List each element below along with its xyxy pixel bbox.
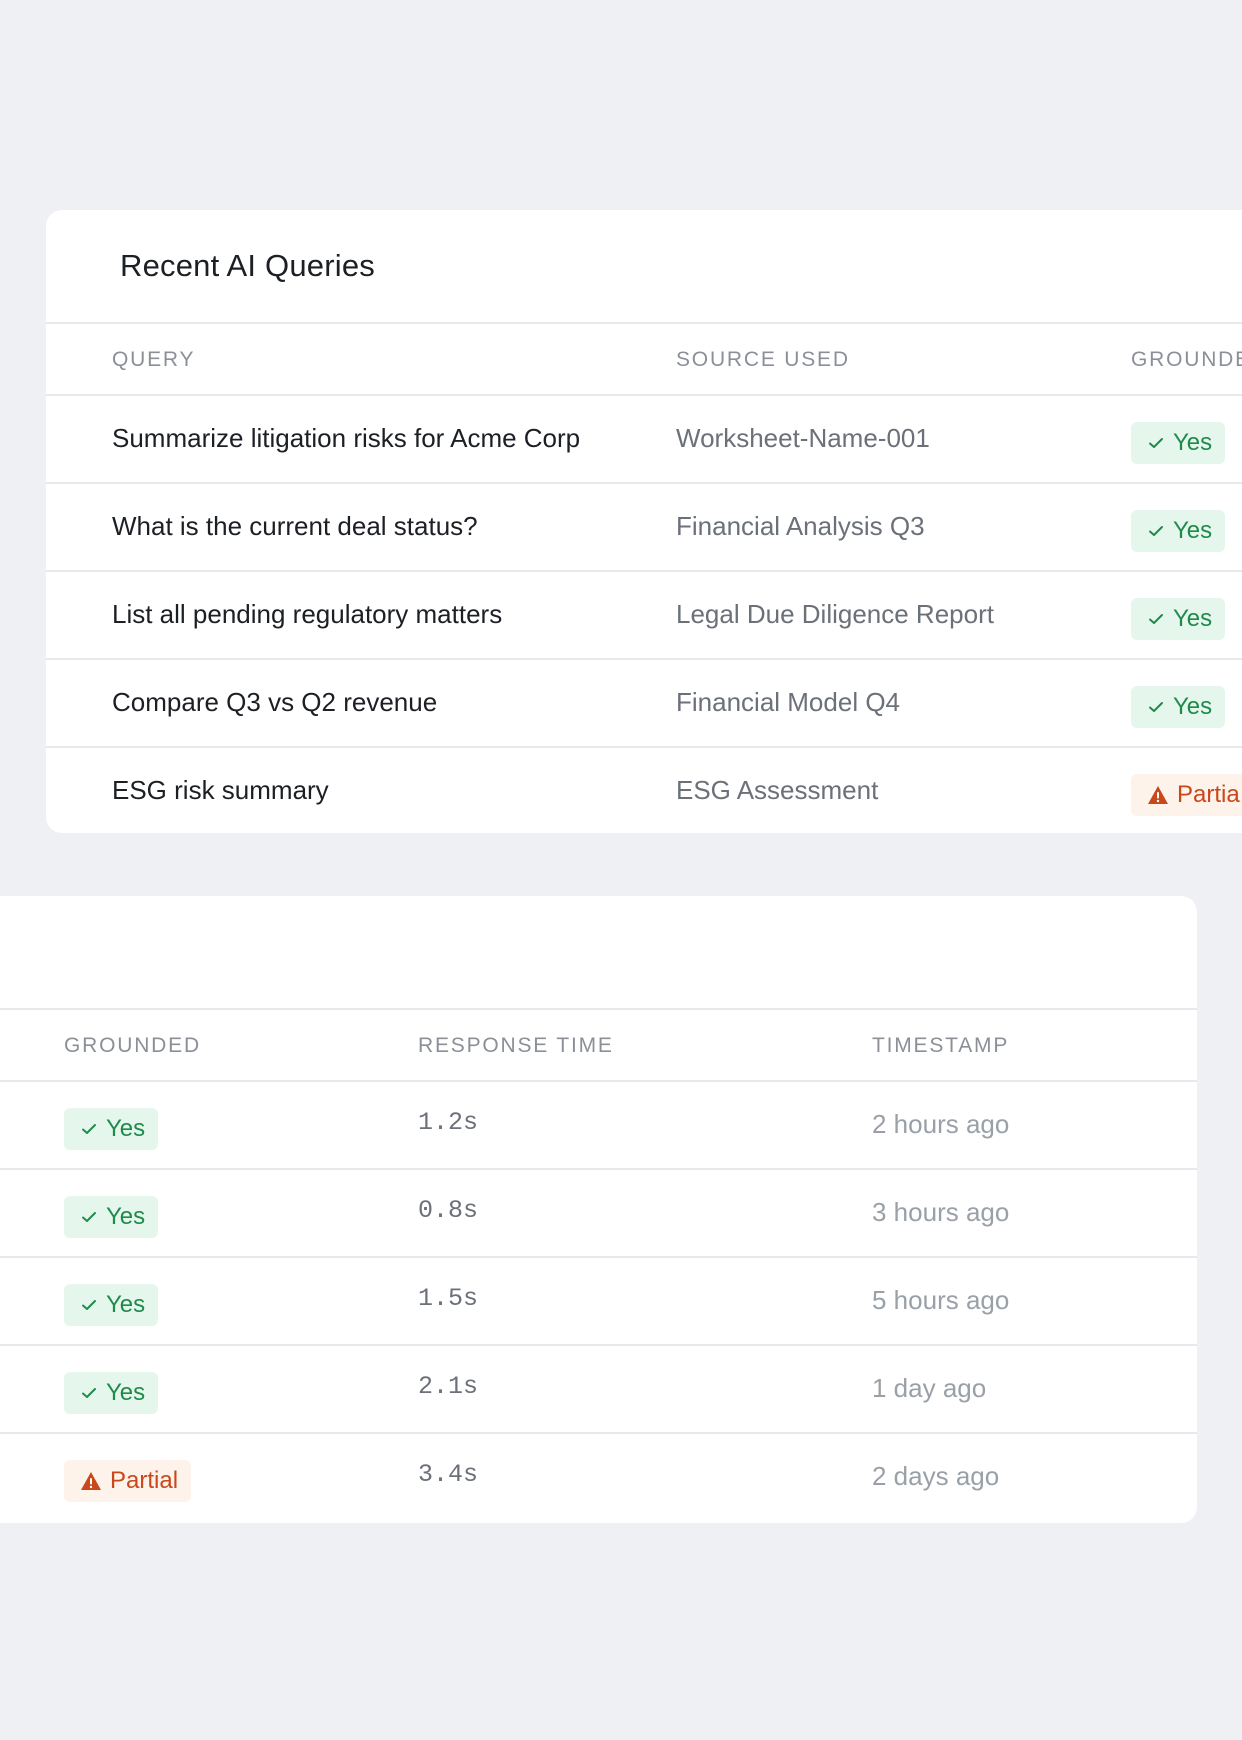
card-title: Recent AI Queries xyxy=(120,248,375,283)
column-header-grounded[interactable]: GROUNDED xyxy=(64,1034,201,1058)
table-header: GROUNDED RESPONSE TIME TIMESTAMP xyxy=(0,1010,1197,1082)
grounded-badge: Yes xyxy=(1131,686,1226,728)
card-header xyxy=(0,896,1197,1010)
card-header: Recent AI Queries xyxy=(46,210,1242,324)
recent-queries-card: Recent AI Queries QUERY SOURCE USED GROU… xyxy=(46,210,1242,833)
column-header-grounded[interactable]: GROUNDE xyxy=(1131,348,1242,372)
grounded-badge: Yes xyxy=(1131,598,1226,640)
query-text: List all pending regulatory matters xyxy=(112,599,503,629)
timestamp: 2 hours ago xyxy=(872,1109,1010,1139)
grounded-badge: Partia xyxy=(1131,774,1242,816)
column-header-query[interactable]: QUERY xyxy=(112,348,195,372)
grounded-badge: Yes xyxy=(64,1196,159,1238)
table-row[interactable]: Yes 2.1s 1 day ago xyxy=(0,1346,1197,1434)
badge-label: Yes xyxy=(106,1115,146,1142)
table-header: QUERY SOURCE USED GROUNDE xyxy=(46,324,1242,396)
table-row[interactable]: ESG risk summary ESG Assessment Partia xyxy=(46,748,1242,833)
badge-label: Yes xyxy=(1173,605,1213,632)
check-icon xyxy=(80,1384,98,1402)
table-row[interactable]: Yes 1.2s 2 hours ago xyxy=(0,1082,1197,1170)
response-time: 3.4s xyxy=(418,1460,479,1489)
table-row[interactable]: Summarize litigation risks for Acme Corp… xyxy=(46,396,1242,484)
grounded-badge: Yes xyxy=(64,1108,159,1150)
table-row[interactable]: What is the current deal status? Financi… xyxy=(46,484,1242,572)
query-text: ESG risk summary xyxy=(112,775,329,805)
badge-label: Yes xyxy=(106,1379,146,1406)
grounded-badge: Yes xyxy=(1131,422,1226,464)
query-text: Summarize litigation risks for Acme Corp xyxy=(112,423,581,453)
grounded-badge: Partial xyxy=(64,1460,192,1502)
table-row[interactable]: List all pending regulatory matters Lega… xyxy=(46,572,1242,660)
check-icon xyxy=(1147,522,1165,540)
timestamp: 2 days ago xyxy=(872,1461,1000,1491)
check-icon xyxy=(1147,610,1165,628)
response-time: 1.5s xyxy=(418,1284,479,1313)
query-metrics-card: GROUNDED RESPONSE TIME TIMESTAMP Yes 1.2… xyxy=(0,896,1197,1523)
grounded-badge: Yes xyxy=(64,1284,159,1326)
query-text: What is the current deal status? xyxy=(112,511,478,541)
badge-label: Yes xyxy=(106,1291,146,1318)
badge-label: Yes xyxy=(1173,429,1213,456)
check-icon xyxy=(1147,434,1165,452)
column-header-response-time[interactable]: RESPONSE TIME xyxy=(418,1034,614,1058)
check-icon xyxy=(80,1120,98,1138)
timestamp: 1 day ago xyxy=(872,1373,987,1403)
response-time: 2.1s xyxy=(418,1372,479,1401)
grounded-badge: Yes xyxy=(1131,510,1226,552)
badge-label: Yes xyxy=(1173,517,1213,544)
badge-label: Partial xyxy=(110,1467,179,1494)
query-text: Compare Q3 vs Q2 revenue xyxy=(112,687,438,717)
timestamp: 5 hours ago xyxy=(872,1285,1010,1315)
column-header-timestamp[interactable]: TIMESTAMP xyxy=(872,1034,1009,1058)
response-time: 1.2s xyxy=(418,1108,479,1137)
table-row[interactable]: Partial 3.4s 2 days ago xyxy=(0,1434,1197,1522)
check-icon xyxy=(80,1296,98,1314)
badge-label: Yes xyxy=(1173,693,1213,720)
column-header-source[interactable]: SOURCE USED xyxy=(676,348,850,372)
source-text: Financial Model Q4 xyxy=(676,687,900,717)
badge-label: Yes xyxy=(106,1203,146,1230)
badge-label: Partia xyxy=(1177,781,1240,808)
source-text: Worksheet-Name-001 xyxy=(676,423,930,453)
response-time: 0.8s xyxy=(418,1196,479,1225)
timestamp: 3 hours ago xyxy=(872,1197,1010,1227)
grounded-badge: Yes xyxy=(64,1372,159,1414)
warning-triangle-icon xyxy=(80,1471,102,1491)
table-row[interactable]: Yes 0.8s 3 hours ago xyxy=(0,1170,1197,1258)
table-row[interactable]: Compare Q3 vs Q2 revenue Financial Model… xyxy=(46,660,1242,748)
check-icon xyxy=(1147,698,1165,716)
warning-triangle-icon xyxy=(1147,785,1169,805)
table-row[interactable]: Yes 1.5s 5 hours ago xyxy=(0,1258,1197,1346)
check-icon xyxy=(80,1208,98,1226)
source-text: Financial Analysis Q3 xyxy=(676,511,925,541)
source-text: Legal Due Diligence Report xyxy=(676,599,994,629)
source-text: ESG Assessment xyxy=(676,775,879,805)
